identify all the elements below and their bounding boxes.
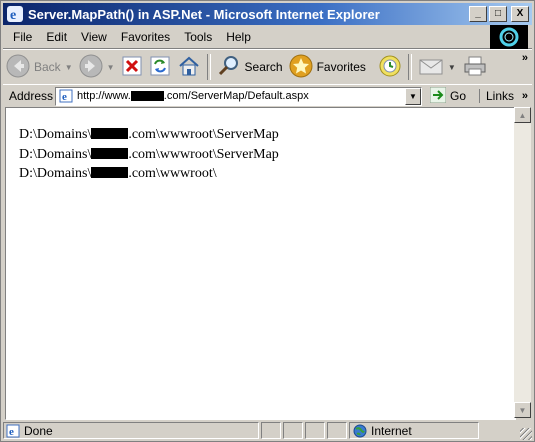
window-title: Server.MapPath() in ASP.Net - Microsoft … (28, 6, 380, 22)
server-path-list: D:\Domains\ .com\wwwroot\ServerMap D:\Dom… (19, 125, 279, 184)
home-button[interactable] (174, 52, 204, 82)
menu-view[interactable]: View (74, 30, 114, 44)
forward-icon (79, 54, 103, 81)
status-pane: e Done (3, 422, 259, 439)
search-icon (217, 54, 241, 81)
favorites-button[interactable]: Favorites (286, 52, 369, 82)
media-icon (378, 54, 402, 81)
status-pane-blank (305, 422, 325, 439)
resize-grip-icon[interactable] (520, 428, 532, 440)
server-path-line: D:\Domains\ .com\wwwroot\ (19, 164, 279, 184)
toolbar-separator (407, 54, 412, 80)
forward-dropdown-icon[interactable]: ▼ (107, 63, 115, 72)
status-pane-privacy (327, 422, 347, 439)
title-bar[interactable]: e Server.MapPath() in ASP.Net - Microsof… (3, 3, 532, 25)
status-pane-lock (283, 422, 303, 439)
svg-text:e: e (10, 8, 16, 21)
menu-help[interactable]: Help (219, 30, 258, 44)
ie-logo-icon: e (7, 6, 23, 22)
path-prefix: D:\Domains\ (19, 166, 92, 181)
vertical-scrollbar[interactable]: ▲ ▼ (514, 107, 531, 418)
status-bar: e Done Internet (3, 421, 532, 440)
refresh-icon (149, 55, 171, 80)
forward-button[interactable]: ▼ (76, 52, 118, 82)
standard-toolbar: Back ▼ ▼ Search Favorites ▼ » (3, 49, 532, 85)
page-content: D:\Domains\ .com\wwwroot\ServerMap D:\Dom… (5, 107, 516, 420)
path-prefix: D:\Domains\ (19, 127, 92, 142)
address-label: Address (9, 89, 54, 103)
address-dropdown-button[interactable]: ▼ (405, 87, 421, 105)
menu-file[interactable]: File (3, 30, 39, 44)
redacted-domain (91, 167, 129, 178)
stop-button[interactable] (118, 52, 146, 82)
url-prefix: http://www. (77, 90, 131, 102)
mail-dropdown-icon[interactable]: ▼ (448, 63, 456, 72)
path-prefix: D:\Domains\ (19, 146, 92, 162)
mail-button[interactable]: ▼ (415, 52, 459, 82)
print-icon (462, 55, 488, 80)
page-icon: e (58, 88, 74, 104)
favorites-icon (289, 54, 313, 81)
favorites-label: Favorites (316, 60, 366, 74)
toolbar-separator (206, 54, 211, 80)
minimize-button[interactable]: _ (469, 6, 487, 22)
home-icon (177, 55, 201, 80)
search-button[interactable]: Search (214, 52, 286, 82)
scroll-up-button[interactable]: ▲ (514, 107, 531, 123)
links-button[interactable]: Links (478, 89, 514, 103)
status-pane-progress (261, 422, 281, 439)
zone-label: Internet (371, 423, 412, 438)
menu-bar: File Edit View Favorites Tools Help (3, 25, 532, 49)
status-text: Done (24, 423, 53, 438)
go-label: Go (450, 89, 467, 103)
path-suffix: .com\wwwroot\ServerMap (128, 127, 279, 142)
links-overflow-button[interactable]: » (522, 90, 528, 102)
browser-window: e Server.MapPath() in ASP.Net - Microsof… (0, 0, 535, 442)
media-button[interactable] (375, 52, 405, 82)
stop-icon (121, 55, 143, 80)
back-icon (6, 54, 30, 81)
svg-text:e: e (9, 426, 14, 438)
mail-icon (418, 55, 444, 80)
back-dropdown-icon[interactable]: ▼ (65, 63, 73, 72)
throbber-icon (490, 25, 528, 49)
back-label: Back (34, 60, 61, 74)
maximize-button[interactable]: □ (489, 6, 507, 22)
address-bar: Address e http://www. .com/ServerMap/Defa… (3, 84, 532, 107)
path-suffix: .com\wwwroot\ServerMap (128, 146, 279, 162)
menu-tools[interactable]: Tools (177, 30, 219, 44)
server-path-line: D:\Domains\ .com\wwwroot\ServerMap (19, 125, 279, 145)
refresh-button[interactable] (146, 52, 174, 82)
scroll-down-button[interactable]: ▼ (514, 402, 531, 418)
url-suffix: .com/ServerMap/Default.aspx (163, 90, 309, 102)
svg-text:e: e (62, 91, 67, 103)
close-button[interactable]: X (511, 6, 529, 22)
toolbar-overflow-button[interactable]: » (522, 52, 528, 64)
server-path-line: D:\Domains\ .com\wwwroot\ServerMap (19, 145, 279, 165)
redacted-domain (130, 91, 164, 102)
globe-icon (353, 424, 367, 438)
go-arrow-icon (429, 86, 447, 106)
menu-edit[interactable]: Edit (39, 30, 74, 44)
path-suffix: .com\wwwroot\ (128, 166, 217, 181)
address-input[interactable]: e http://www. .com/ServerMap/Default.aspx… (55, 86, 422, 106)
address-url: http://www. .com/ServerMap/Default.aspx (77, 90, 309, 102)
back-button[interactable]: Back ▼ (3, 52, 76, 82)
menu-favorites[interactable]: Favorites (114, 30, 177, 44)
redacted-domain (91, 128, 129, 139)
window-controls: _ □ X (469, 6, 529, 22)
security-zone[interactable]: Internet (349, 422, 479, 439)
go-button[interactable]: Go (429, 86, 467, 106)
search-label: Search (244, 60, 283, 74)
print-button[interactable] (459, 52, 491, 82)
page-done-icon: e (6, 424, 20, 438)
redacted-domain (91, 147, 129, 159)
